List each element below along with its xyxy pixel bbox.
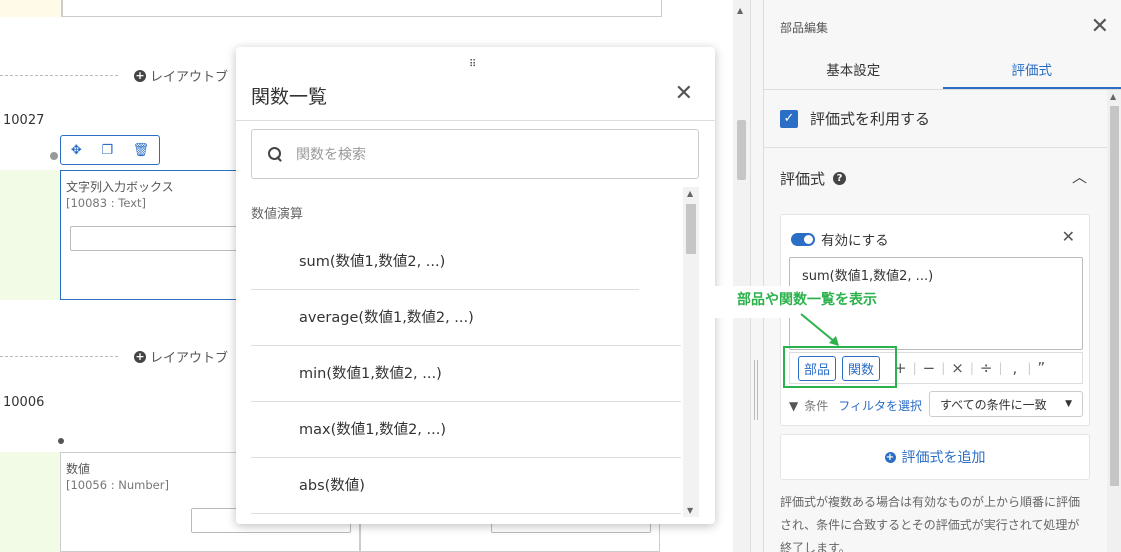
canvas-scrollbar[interactable]: ▲ <box>733 0 750 552</box>
annotation-highlight-box <box>783 346 897 388</box>
separator: | <box>912 361 917 375</box>
condition-select-value: すべての条件に一致 <box>940 397 1047 412</box>
scroll-up-icon[interactable]: ▲ <box>1110 92 1116 101</box>
close-icon[interactable]: ✕ <box>1091 14 1109 39</box>
enable-toggle-row[interactable]: 有効にする <box>791 229 889 249</box>
help-icon[interactable]: ? <box>833 172 847 185</box>
filter-select-link[interactable]: フィルタを選択 <box>838 397 922 414</box>
help-text-line: 終了します。 <box>780 541 851 552</box>
text-input-field[interactable] <box>70 226 250 251</box>
add-layout-button[interactable]: + レイアウトブ <box>134 347 228 366</box>
row-id: 10006 <box>3 395 45 410</box>
grip-icon[interactable] <box>754 360 760 420</box>
help-text-line: され、条件に合致するとその評価式が実行されて処理が <box>780 518 1080 532</box>
divider-line <box>0 75 118 76</box>
separator: | <box>998 361 1003 375</box>
expression-text: sum(数値1,数値2, ...) <box>802 269 934 284</box>
add-layout-button[interactable]: + レイアウトブ <box>134 66 228 85</box>
copy-icon[interactable]: ❐ <box>101 143 113 158</box>
add-layout-label: レイアウトブ <box>150 351 229 366</box>
part-title: 数値 <box>66 462 91 476</box>
separator: | <box>941 361 946 375</box>
dialog-title: 関数一覧 <box>251 86 328 108</box>
scroll-thumb[interactable] <box>1110 106 1119 486</box>
use-expression-row[interactable]: ✓ 評価式を利用する <box>764 90 1107 148</box>
filter-icon: ▼ <box>789 398 799 413</box>
function-item[interactable]: average(数値1,数値2, ...) <box>251 290 681 346</box>
top-row-cell <box>0 0 62 17</box>
comma-operator-button[interactable]: , <box>1013 359 1018 377</box>
add-expression-label: 評価式を追加 <box>901 450 986 466</box>
top-field-box <box>62 0 662 17</box>
plus-circle-icon: + <box>134 68 146 82</box>
section-title: 評価式 <box>780 170 826 188</box>
search-placeholder: 関数を検索 <box>296 147 366 163</box>
part-title: 文字列入力ボックス <box>66 180 174 194</box>
close-icon[interactable]: ✕ <box>675 81 693 106</box>
row-label-cell <box>0 170 60 300</box>
part-toolbar: ✥ ❐ 🗑 <box>60 135 160 165</box>
tab-basic-settings[interactable]: 基本設定 <box>764 52 943 89</box>
search-icon <box>268 147 282 161</box>
panel-scrollbar[interactable]: ▲ <box>1107 90 1121 552</box>
checkbox-checked-icon[interactable]: ✓ <box>780 109 798 128</box>
category-label: 数値演算 <box>251 207 304 222</box>
use-expression-label: 評価式を利用する <box>810 110 931 128</box>
move-icon[interactable]: ✥ <box>71 143 82 158</box>
separator: | <box>969 361 974 375</box>
text-input-part[interactable]: 文字列入力ボックス [10083 : Text] <box>60 170 250 300</box>
annotation-arrow-icon <box>800 313 839 346</box>
tab-expression[interactable]: 評価式 <box>942 52 1121 89</box>
scroll-thumb[interactable] <box>737 120 746 180</box>
chevron-up-icon[interactable]: ︿ <box>1072 166 1087 187</box>
handle-dot[interactable] <box>50 152 58 160</box>
panel-resizer[interactable] <box>750 0 764 552</box>
function-item[interactable]: sum(数値1,数値2, ...) <box>251 234 639 290</box>
drag-handle-icon[interactable]: ⠿ <box>469 59 476 70</box>
function-item[interactable]: abs(数値) <box>251 458 681 514</box>
divide-operator-button[interactable]: ÷ <box>980 359 993 377</box>
condition-row: ▼ 条件 フィルタを選択 <box>789 397 922 414</box>
function-item[interactable]: max(数値1,数値2, ...) <box>251 402 681 458</box>
function-item[interactable]: min(数値1,数値2, ...) <box>251 346 681 402</box>
quote-operator-button[interactable]: ” <box>1037 359 1045 377</box>
panel-tabs: 基本設定 評価式 <box>764 52 1121 90</box>
scroll-up-icon[interactable]: ▲ <box>737 6 743 15</box>
help-text: 評価式が複数ある場合は有効なものが上から順番に評価 され、条件に合致するとその評… <box>780 491 1094 552</box>
trash-icon[interactable]: 🗑 <box>133 143 150 158</box>
condition-select[interactable]: すべての条件に一致 ▼ <box>929 391 1083 417</box>
row-id: 10027 <box>3 113 45 128</box>
close-icon[interactable]: ✕ <box>1062 227 1075 246</box>
scroll-down-icon[interactable]: ▼ <box>687 506 693 515</box>
minus-operator-button[interactable]: − <box>923 359 936 377</box>
function-list-scrollbar[interactable]: ▲ ▼ <box>683 187 699 517</box>
divider-line <box>0 356 118 357</box>
handle-dot[interactable] <box>58 438 64 444</box>
divider <box>236 120 715 121</box>
help-text-line: 評価式が複数ある場合は有効なものが上から順番に評価 <box>780 495 1081 509</box>
function-search-input[interactable]: 関数を検索 <box>251 129 699 179</box>
enable-label: 有効にする <box>821 233 889 249</box>
dropdown-icon: ▼ <box>1065 399 1072 409</box>
add-expression-button[interactable]: + 評価式を追加 <box>780 434 1090 480</box>
part-id: [10083 : Text] <box>66 196 147 210</box>
scroll-up-icon[interactable]: ▲ <box>687 189 693 198</box>
plus-circle-icon: + <box>134 349 146 363</box>
add-layout-label: レイアウトブ <box>150 70 229 85</box>
part-id: [10056 : Number] <box>66 478 169 492</box>
function-list-dialog: ⠿ 関数一覧 ✕ 関数を検索 数値演算 sum(数値1,数値2, ...) av… <box>236 47 715 524</box>
row-label-cell <box>0 452 60 552</box>
expression-section-header: 評価式 ? <box>780 168 847 189</box>
separator: | <box>1027 361 1032 375</box>
multiply-operator-button[interactable]: × <box>951 359 964 377</box>
panel-title: 部品編集 <box>780 21 829 35</box>
plus-circle-icon: + <box>884 451 896 463</box>
scroll-thumb[interactable] <box>686 204 696 254</box>
toggle-switch[interactable] <box>791 232 815 246</box>
part-edit-panel: 部品編集 ✕ 基本設定 評価式 ✓ 評価式を利用する 評価式 ? ︿ 有効にする… <box>764 0 1121 552</box>
condition-label: 条件 <box>804 399 829 413</box>
